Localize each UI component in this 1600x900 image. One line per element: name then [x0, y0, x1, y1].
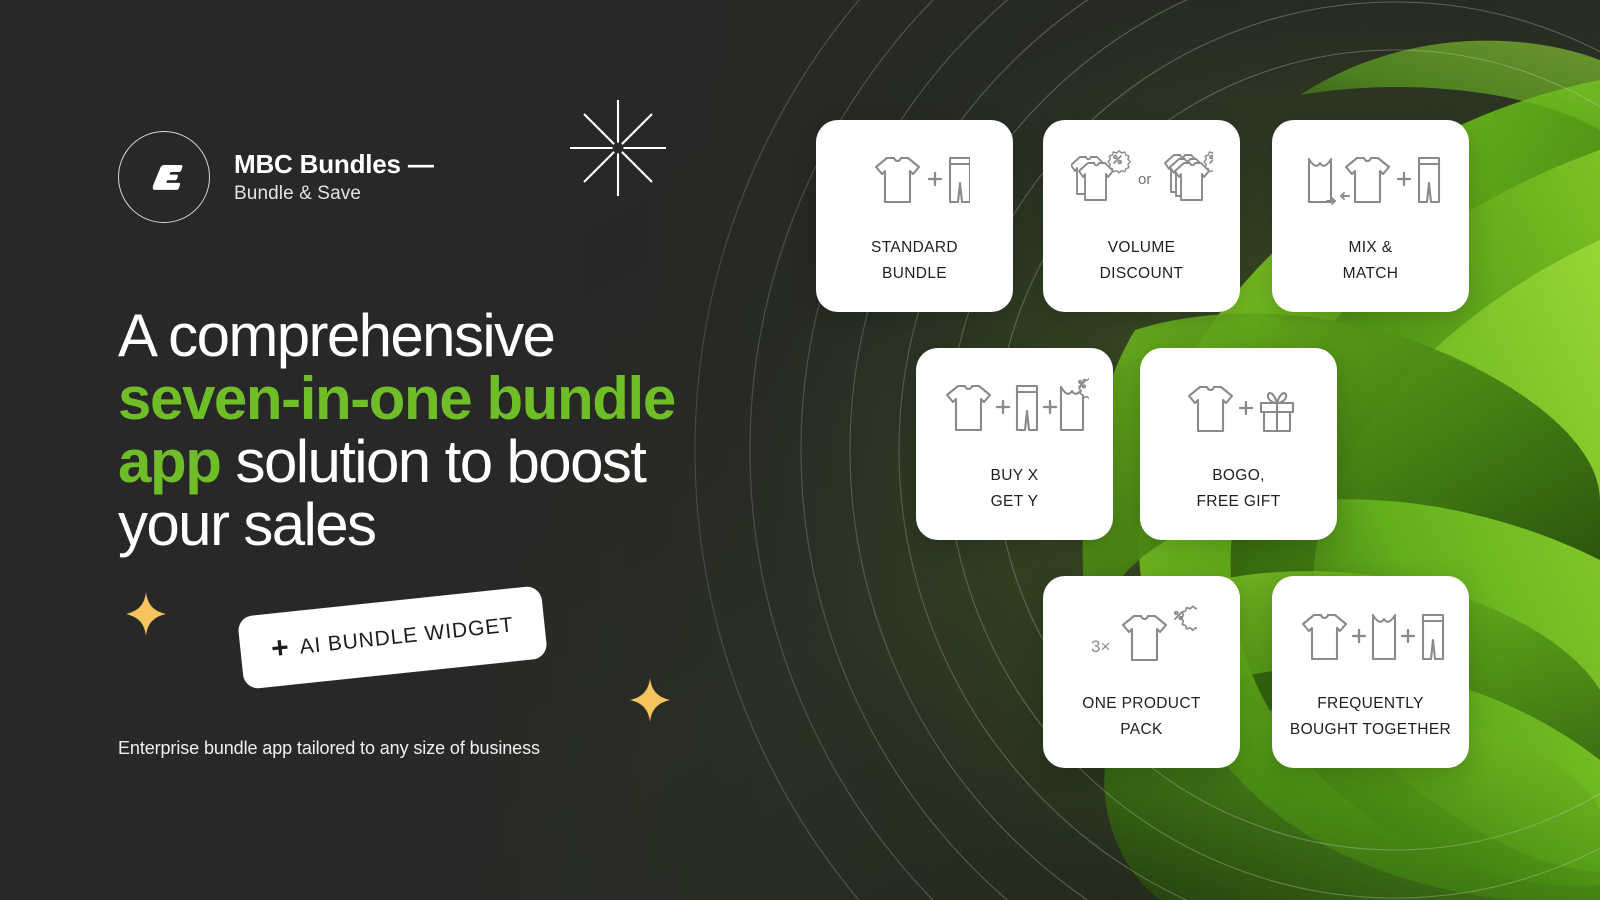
- bundle-card-label: VOLUME DISCOUNT: [1099, 239, 1184, 282]
- bundle-card-label: BUY X GET Y: [990, 467, 1039, 510]
- bundle-card-bogo-free-gift[interactable]: BOGO, FREE GIFT: [1140, 348, 1337, 540]
- three-times-discount-tshirt-icon: 3×: [1087, 601, 1197, 671]
- bundle-card-label: BOGO, FREE GIFT: [1196, 467, 1281, 510]
- bundle-card-label: FREQUENTLY BOUGHT TOGETHER: [1289, 695, 1452, 738]
- bundle-card-mix-and-match[interactable]: MIX & MATCH: [1272, 120, 1469, 312]
- bundle-card-frequently-bought-together[interactable]: FREQUENTLY BOUGHT TOGETHER: [1272, 576, 1469, 768]
- bundle-card-volume-discount[interactable]: or VOLUME DISCOUNT: [1043, 120, 1240, 312]
- tshirt-plus-gift-icon: [1183, 373, 1295, 443]
- tshirt-plus-pants-plus-discount-tanktop-icon: [941, 373, 1089, 443]
- bundle-card-buy-x-get-y[interactable]: BUY X GET Y: [916, 348, 1113, 540]
- tshirt-plus-pants-icon: [860, 145, 970, 215]
- bundle-card-label: MIX & MATCH: [1342, 239, 1399, 282]
- tshirt-plus-tanktop-plus-pants-icon: [1297, 601, 1445, 671]
- bundle-card-label: ONE PRODUCT PACK: [1082, 695, 1201, 738]
- bundle-types-grid: STANDARD BUNDLE or VOLUME DISCOUNT MIX &…: [0, 0, 1600, 900]
- quantity-multiplier-label: 3×: [1091, 637, 1110, 656]
- bundle-card-standard-bundle[interactable]: STANDARD BUNDLE: [816, 120, 1013, 312]
- tanktop-swap-tshirt-plus-pants-icon: [1301, 145, 1441, 215]
- bundle-card-label: STANDARD BUNDLE: [871, 239, 958, 282]
- or-connector-label: or: [1138, 171, 1151, 188]
- bundle-card-one-product-pack[interactable]: 3× ONE PRODUCT PACK: [1043, 576, 1240, 768]
- stacked-shirts-or-stacked-shirts-icon: or: [1070, 145, 1213, 215]
